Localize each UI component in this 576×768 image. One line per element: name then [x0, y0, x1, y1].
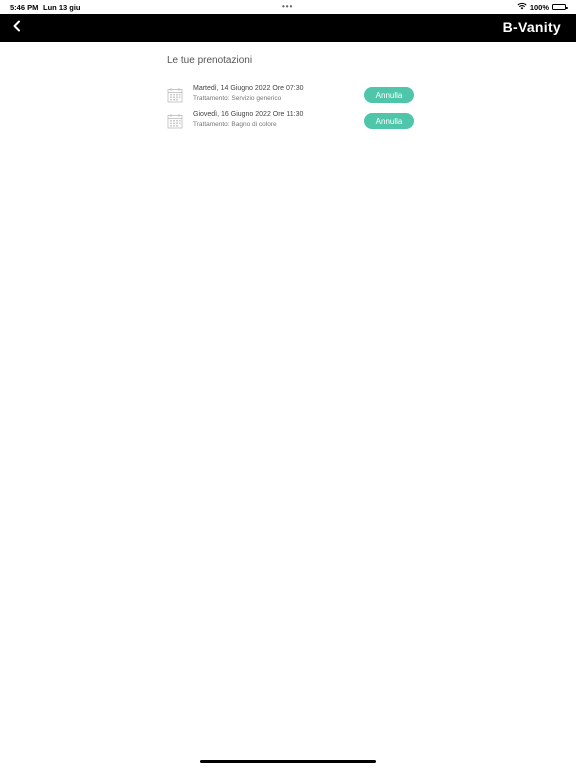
back-button[interactable]: [8, 19, 26, 37]
calendar-icon: [167, 113, 183, 129]
cancel-booking-button[interactable]: Annulla: [364, 113, 414, 129]
battery-icon: [552, 4, 568, 10]
app-title: B-Vanity: [502, 19, 561, 35]
status-time: 5:46 PM: [10, 3, 39, 12]
navigation-bar: B-Vanity: [0, 14, 576, 42]
chevron-left-icon: [12, 19, 22, 37]
calendar-icon: [167, 87, 183, 103]
status-bar: 5:46 PM Lun 13 giu ••• 100%: [0, 0, 576, 14]
bookings-section: Le tue prenotazioni Martedì, 14 Giugno 2…: [167, 54, 417, 136]
status-right: 100%: [517, 2, 568, 12]
cancel-booking-button[interactable]: Annulla: [364, 87, 414, 103]
section-title: Le tue prenotazioni: [167, 55, 253, 66]
booking-item: Giovedì, 16 Giugno 2022 Ore 11:30 Tratta…: [167, 110, 417, 136]
home-indicator[interactable]: [200, 760, 376, 763]
wifi-icon: [517, 2, 527, 12]
status-date: Lun 13 giu: [43, 3, 81, 12]
multitasking-dots[interactable]: •••: [282, 2, 293, 11]
booking-item: Martedì, 14 Giugno 2022 Ore 07:30 Tratta…: [167, 84, 417, 110]
battery-percent: 100%: [529, 2, 549, 12]
